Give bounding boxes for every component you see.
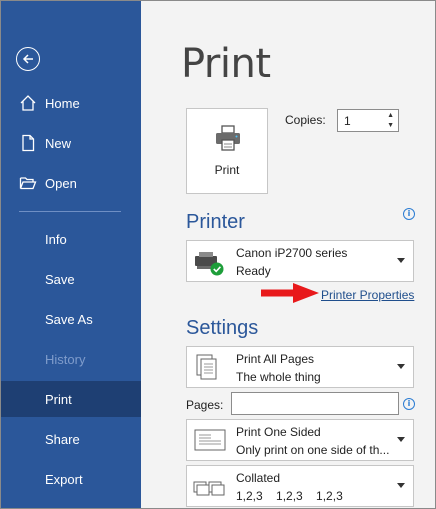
sidebar-item-home[interactable]: Home [1,85,141,121]
spin-down-icon[interactable]: ▼ [387,122,394,129]
sidebar-item-export[interactable]: Export [1,461,141,497]
sidebar-item-share[interactable]: Share [1,421,141,457]
backstage-sidebar: Home New Open Info Save Save As History [1,1,141,508]
sidebar-item-label: Home [45,95,80,111]
collation-desc: 1,2,3 1,2,3 1,2,3 [236,489,343,503]
open-folder-icon [19,177,37,190]
new-document-icon [22,134,35,152]
annotation-arrow-icon [261,283,319,303]
home-icon [20,95,36,111]
copies-label: Copies: [285,113,326,127]
sidebar-item-label: Save As [45,311,93,327]
info-icon[interactable]: i [403,398,415,410]
sidebar-item-info[interactable]: Info [1,221,141,257]
sides-value: Print One Sided [236,425,321,439]
chevron-down-icon [397,258,405,263]
printer-ready-icon [195,252,224,276]
printer-name: Canon iP2700 series [236,246,348,260]
print-button-label: Print [214,163,240,177]
print-button[interactable]: Print [186,108,268,194]
print-range-desc: The whole thing [236,370,321,384]
sidebar-item-label: Print [45,391,72,407]
printer-status: Ready [236,264,271,278]
collated-icon [193,481,225,496]
sidebar-item-label: Info [45,231,67,247]
print-range-value: Print All Pages [236,352,315,366]
printer-dropdown[interactable]: Canon iP2700 series Ready [186,240,414,282]
spin-up-icon[interactable]: ▲ [387,112,394,119]
copies-stepper[interactable]: 1 ▲ ▼ [337,109,399,132]
chevron-down-icon [397,483,405,488]
pages-icon [196,354,217,380]
sidebar-item-print[interactable]: Print [1,381,141,417]
collation-value: Collated [236,471,281,485]
sidebar-item-label: Export [45,471,83,487]
printer-heading: Printer [186,211,245,233]
sidebar-item-label: Save [45,271,75,287]
copies-value: 1 [344,114,351,128]
sidebar-item-label: History [45,351,86,367]
printer-properties-link[interactable]: Printer Properties [321,288,414,302]
sides-dropdown[interactable]: Print One Sided Only print on one side o… [186,419,414,461]
info-icon[interactable]: i [403,208,415,220]
pages-label: Pages: [186,398,224,412]
print-range-dropdown[interactable]: Print All Pages The whole thing [186,346,414,388]
chevron-down-icon [397,437,405,442]
back-button[interactable] [16,47,40,71]
sides-desc: Only print on one side of th... [236,443,390,457]
sidebar-item-save-as[interactable]: Save As [1,301,141,337]
print-pane: Print Print Copies: 1 ▲ ▼ Printer i Cano… [141,1,435,508]
backstage-window: Home New Open Info Save Save As History [0,0,436,509]
sidebar-item-new[interactable]: New [1,125,141,161]
pages-input[interactable] [231,392,399,415]
page-title: Print [181,41,271,87]
sidebar-item-open[interactable]: Open [1,165,141,201]
sidebar-item-save[interactable]: Save [1,261,141,297]
collation-dropdown[interactable]: Collated 1,2,3 1,2,3 1,2,3 [186,465,414,507]
chevron-down-icon [397,364,405,369]
sidebar-item-label: New [45,135,72,151]
back-arrow-icon [22,54,33,64]
sidebar-item-history: History [1,341,141,377]
sidebar-divider [19,211,121,212]
sidebar-item-label: Open [45,175,77,191]
printer-icon [216,125,240,151]
settings-heading: Settings [186,317,259,339]
sidebar-item-label: Share [45,431,80,447]
one-sided-icon [194,429,226,451]
